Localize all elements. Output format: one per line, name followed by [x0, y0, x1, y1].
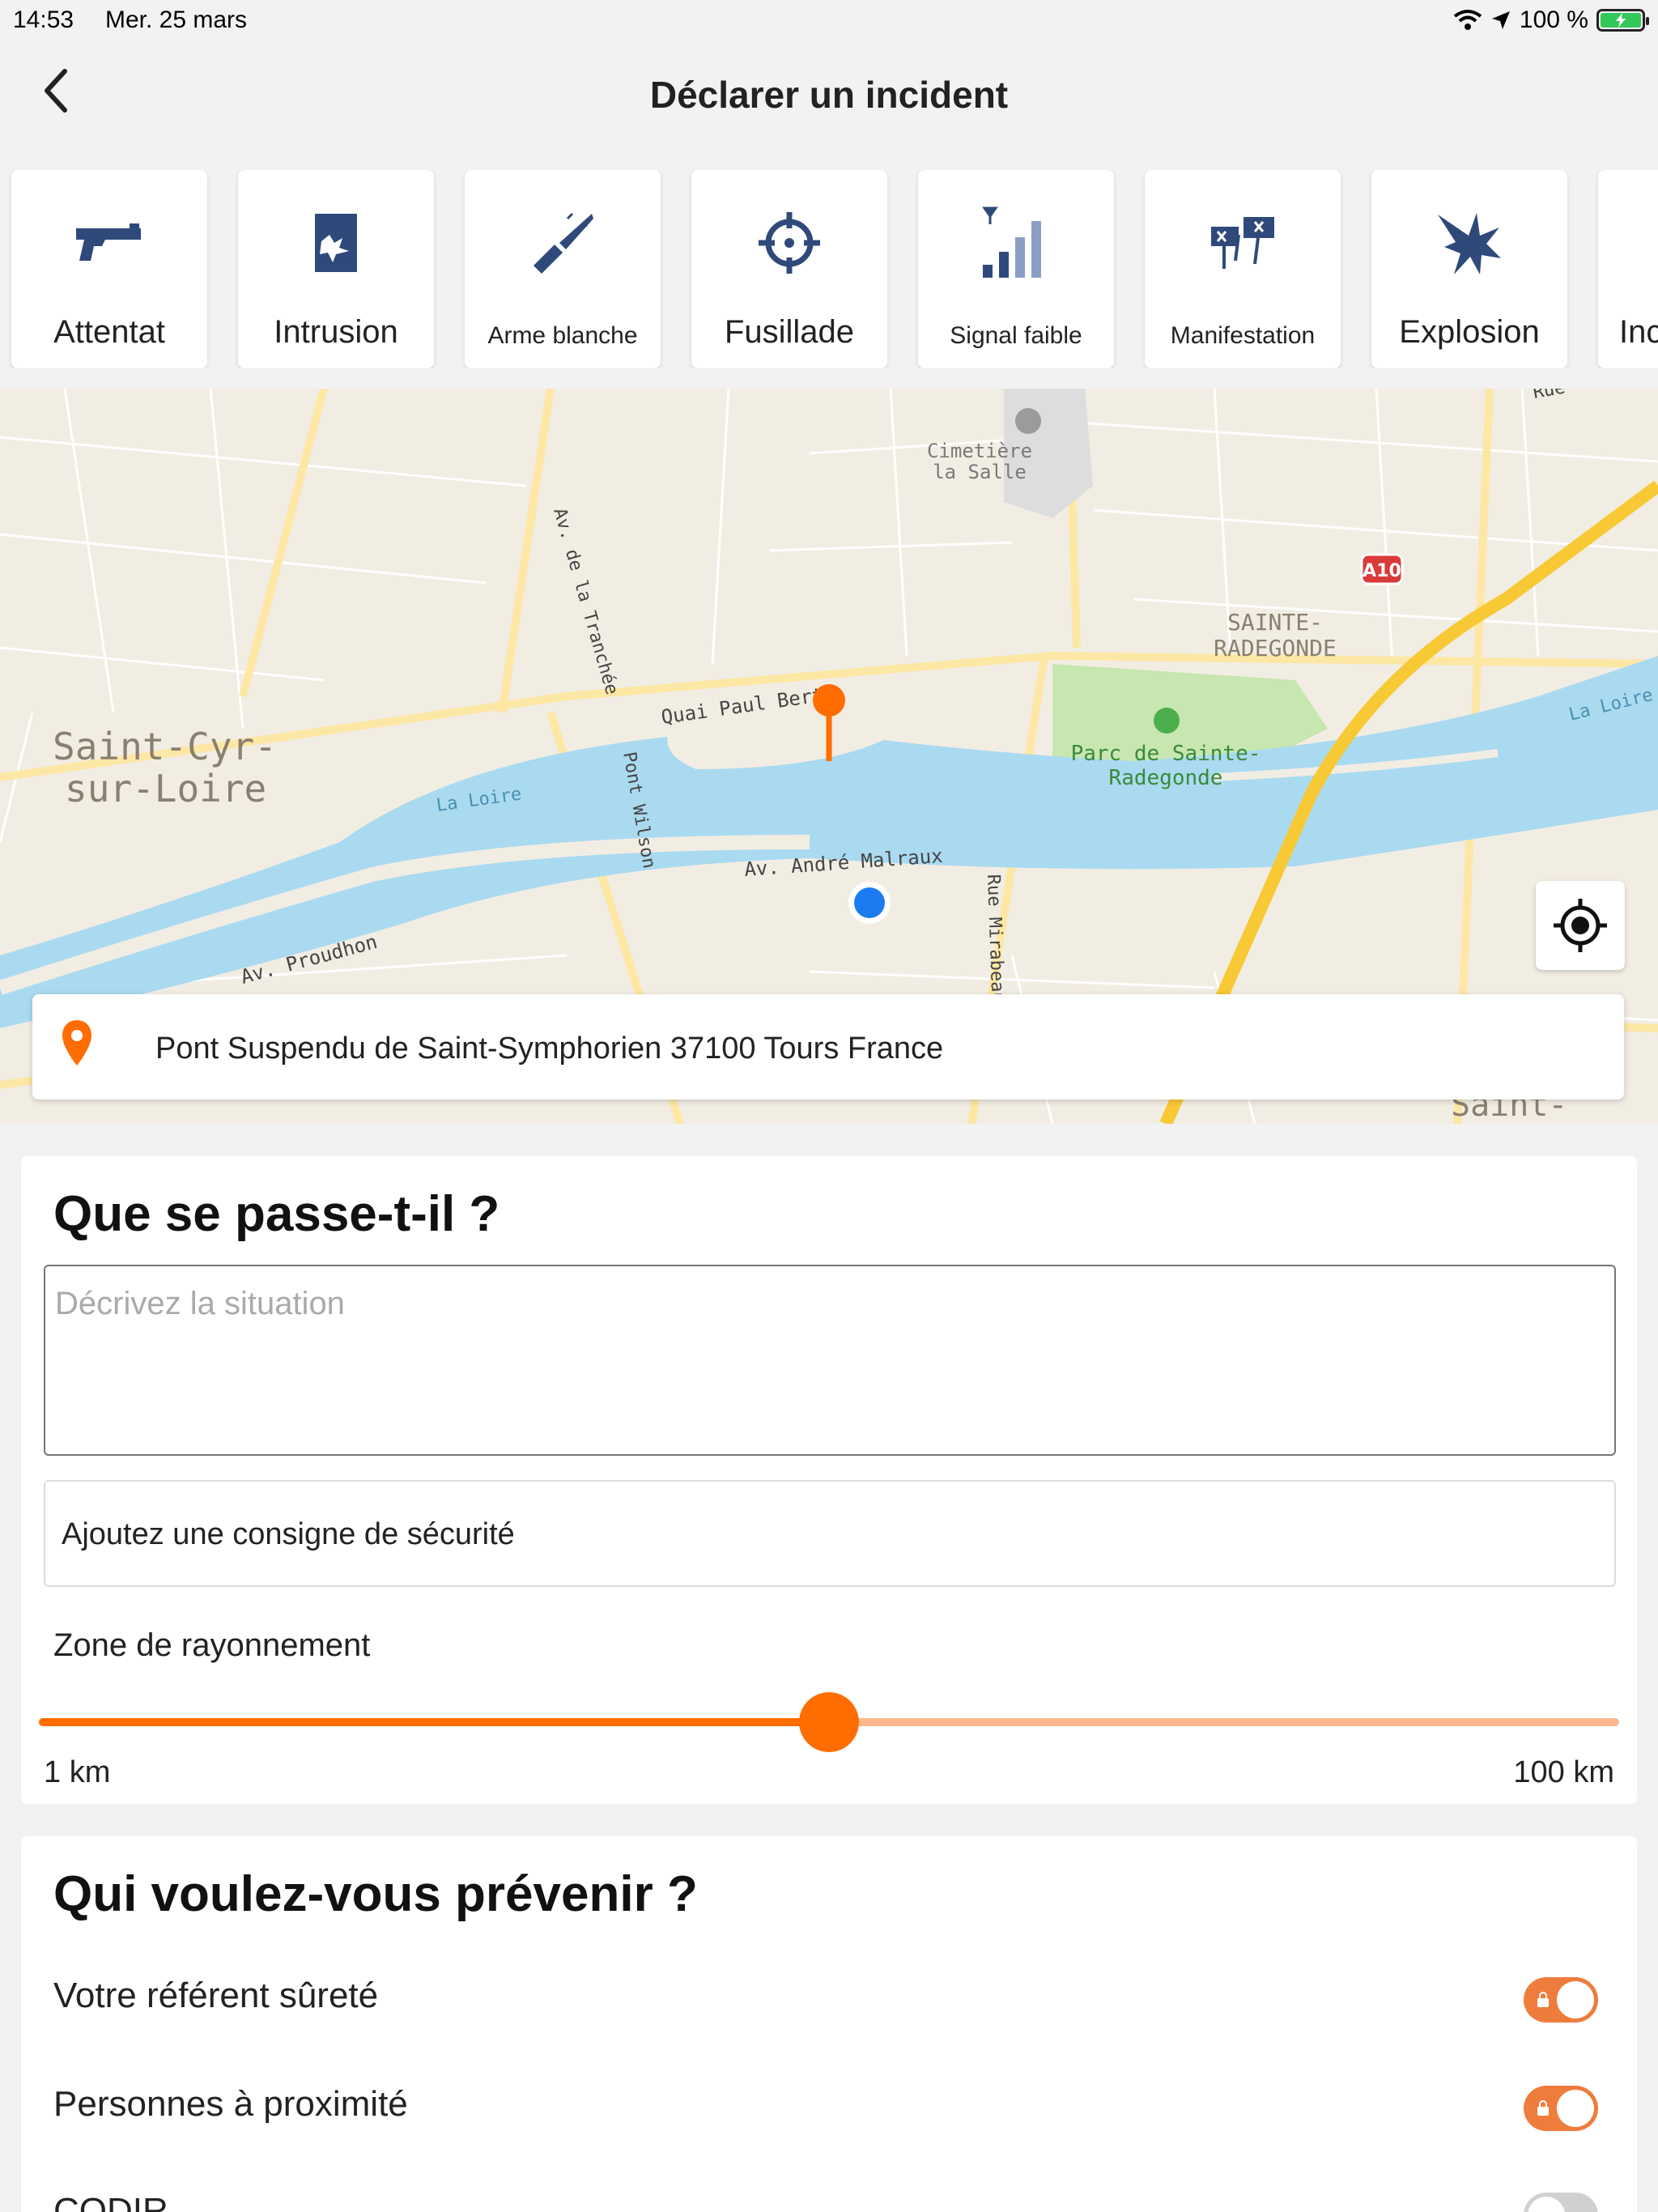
slider-active-track: [39, 1718, 829, 1726]
category-label: Signal faible: [950, 322, 1082, 349]
category-signal-faible[interactable]: Signal faible: [918, 170, 1114, 368]
status-right: 100 %: [1453, 6, 1649, 34]
notify-row-label: Personnes à proximité: [53, 2084, 408, 2124]
toggle-referent[interactable]: [1524, 1977, 1598, 2023]
address-text: Pont Suspendu de Saint-Symphorien 37100 …: [155, 1032, 944, 1066]
status-time: 14:53: [13, 6, 74, 33]
wifi-icon: [1453, 10, 1482, 30]
status-date: Mer. 25 mars: [105, 6, 248, 33]
map-label-radegonde: RADEGONDE: [1214, 635, 1337, 661]
section-title-what: Que se passe-t-il ?: [53, 1186, 500, 1242]
battery-percent: 100 %: [1519, 6, 1588, 33]
explosion-icon: [1438, 213, 1501, 274]
slider-max-label: 100 km: [1513, 1755, 1614, 1789]
category-explosion[interactable]: Explosion: [1371, 170, 1567, 368]
page-title: Déclarer un incident: [649, 74, 1009, 116]
category-partial[interactable]: Inc: [1598, 170, 1658, 368]
incident-details-card: Que se passe-t-il ? Décrivez la situatio…: [21, 1156, 1637, 1804]
map-label-sainte: SAINTE-: [1227, 609, 1323, 636]
category-label: Explosion: [1399, 314, 1540, 350]
map-label-rue: Rue: [1532, 389, 1567, 403]
map-label-parc-1: Parc de Sainte-: [1071, 742, 1261, 766]
toggle-nearby[interactable]: [1524, 2086, 1598, 2131]
radius-label: Zone de rayonnement: [53, 1627, 371, 1663]
toggle-knob: [1557, 2090, 1594, 2127]
notify-row-label: CODIR: [53, 2191, 168, 2212]
location-arrow-icon: [1491, 11, 1510, 29]
incident-category-carousel[interactable]: Attentat Intrusion Arme blanche Fusillad…: [0, 170, 1658, 368]
category-attentat[interactable]: Attentat: [11, 170, 207, 368]
description-textarea[interactable]: Décrivez la situation: [44, 1265, 1616, 1456]
recenter-location-button[interactable]: [1536, 881, 1625, 970]
safety-instruction-field[interactable]: Ajoutez une consigne de sécurité: [44, 1480, 1616, 1587]
slider-min-label: 1 km: [44, 1755, 111, 1789]
map-label-mirabeau: Rue Mirabeau: [983, 874, 1008, 1003]
map-label-a10: A10: [1363, 561, 1401, 581]
address-bar[interactable]: Pont Suspendu de Saint-Symphorien 37100 …: [32, 994, 1624, 1100]
notify-row-label: Votre référent sûreté: [53, 1976, 379, 2015]
intrusion-icon: [315, 214, 357, 272]
toggle-knob: [1528, 2197, 1565, 2212]
category-intrusion[interactable]: Intrusion: [238, 170, 434, 368]
category-label: Attentat: [53, 314, 165, 350]
map-label-cemetery: Cimetière: [927, 440, 1032, 462]
gun-icon: [76, 223, 141, 261]
signal-bars-icon: [982, 206, 1041, 278]
status-bar: 14:53 Mer. 25 mars 100 %: [0, 0, 1658, 40]
user-location-icon: [848, 882, 891, 924]
cemetery-poi-icon: [1015, 408, 1041, 434]
category-label: Arme blanche: [487, 322, 638, 349]
map-label-stcyr-1: Saint-Cyr-: [53, 725, 277, 768]
protest-signs-icon: [1211, 217, 1274, 269]
safety-instruction-label: Ajoutez une consigne de sécurité: [62, 1517, 515, 1551]
slider-thumb[interactable]: [799, 1692, 859, 1752]
park-poi-icon: [1154, 708, 1180, 734]
knife-icon: [534, 212, 593, 274]
category-arme-blanche[interactable]: Arme blanche: [465, 170, 661, 368]
map-label-stcyr-2: sur-Loire: [65, 767, 266, 810]
lock-icon: [1537, 2100, 1549, 2116]
crosshair-icon: [759, 212, 820, 274]
navigation-bar: Déclarer un incident: [0, 40, 1658, 154]
map-pin-icon: [62, 1020, 91, 1066]
category-label: Intrusion: [274, 314, 398, 350]
battery-icon: [1596, 9, 1649, 32]
map-label-tranchee: Av. de la Tranchée: [549, 506, 622, 697]
lock-icon: [1537, 1992, 1549, 2007]
category-label: Inc: [1619, 314, 1658, 350]
locate-crosshair-icon: [1554, 899, 1607, 952]
section-title-notify: Qui voulez-vous prévenir ?: [53, 1866, 698, 1922]
category-fusillade[interactable]: Fusillade: [691, 170, 887, 368]
category-label: Manifestation: [1170, 322, 1316, 349]
notify-card: Qui voulez-vous prévenir ? Votre référen…: [21, 1836, 1637, 2212]
map-label-parc-2: Radegonde: [1109, 766, 1223, 790]
toggle-knob: [1557, 1981, 1594, 2018]
category-label: Fusillade: [724, 314, 855, 350]
toggle-codir[interactable]: [1524, 2193, 1598, 2212]
category-manifestation[interactable]: Manifestation: [1145, 170, 1341, 368]
radius-slider[interactable]: [39, 1692, 1619, 1752]
map-label-cemetery-2: la Salle: [933, 461, 1027, 483]
